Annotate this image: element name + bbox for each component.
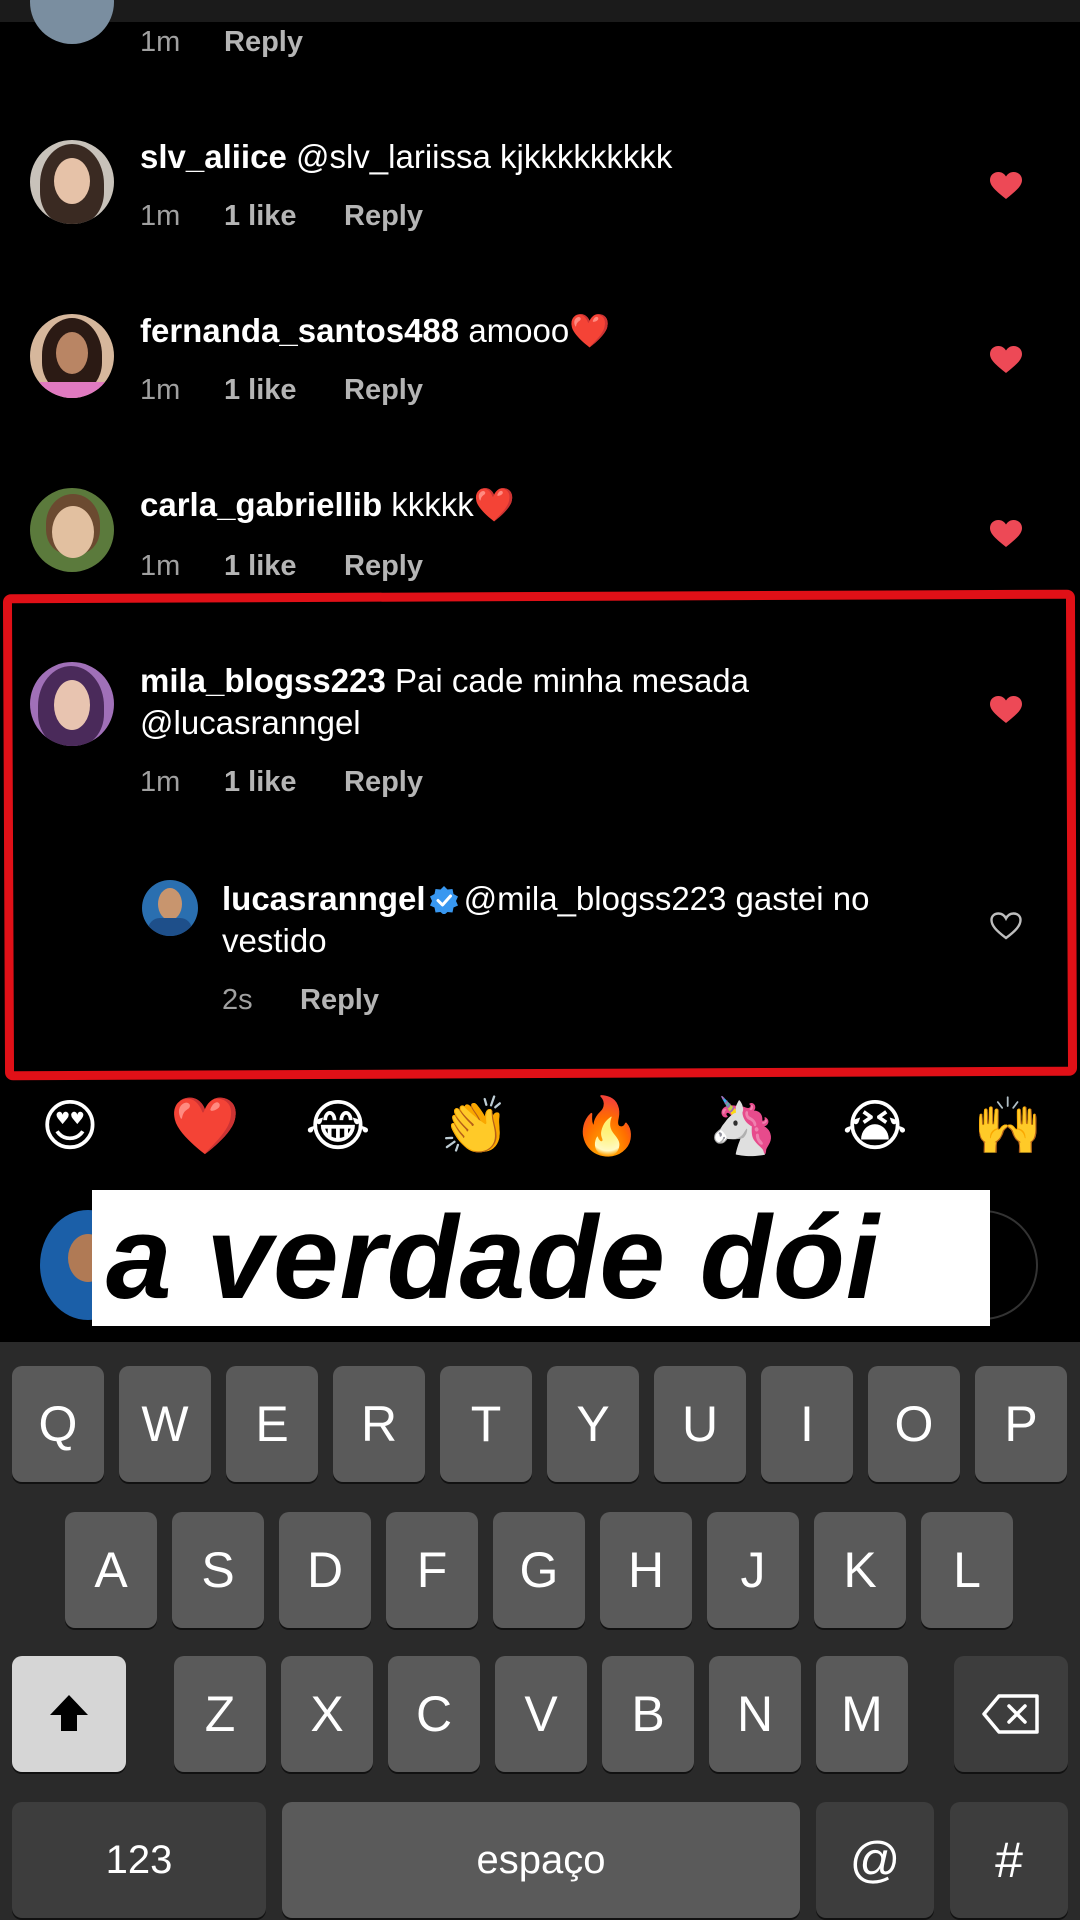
avatar[interactable] xyxy=(30,488,114,572)
key-v[interactable]: V xyxy=(495,1656,587,1772)
reply-button[interactable]: Reply xyxy=(300,984,379,1017)
avatar[interactable] xyxy=(30,0,114,44)
avatar[interactable] xyxy=(30,314,114,398)
avatar[interactable] xyxy=(30,662,114,746)
avatar[interactable] xyxy=(142,880,198,936)
space-key[interactable]: espaço xyxy=(282,1802,800,1918)
key-g[interactable]: G xyxy=(493,1512,585,1628)
key-l[interactable]: L xyxy=(921,1512,1013,1628)
key-d[interactable]: D xyxy=(279,1512,371,1628)
key-t[interactable]: T xyxy=(440,1366,532,1482)
numbers-key[interactable]: 123 xyxy=(12,1802,266,1918)
keyboard: Q W E R T Y U I O P A S D F G H J K L Z … xyxy=(0,1342,1080,1920)
hash-key[interactable]: # xyxy=(950,1802,1068,1918)
key-m[interactable]: M xyxy=(816,1656,908,1772)
comment-likes[interactable]: 1 like xyxy=(224,766,297,799)
key-q[interactable]: Q xyxy=(12,1366,104,1482)
comment-username[interactable]: slv_aliice xyxy=(140,138,287,175)
unicorn-emoji-button[interactable]: 🦄 xyxy=(708,1092,778,1162)
key-h[interactable]: H xyxy=(600,1512,692,1628)
comment-username[interactable]: fernanda_santos488 xyxy=(140,312,459,349)
shift-arrow-icon xyxy=(50,1695,88,1731)
comment-time: 2s xyxy=(222,984,253,1016)
comment-text: carla_gabriellib kkkkk❤️ xyxy=(140,484,820,526)
backspace-icon xyxy=(982,1694,1039,1734)
comment-body: @slv_lariissa kjkkkkkkkkk xyxy=(295,138,673,175)
crying-emoji-button[interactable]: 😭 xyxy=(840,1092,910,1162)
shift-key[interactable] xyxy=(12,1656,126,1772)
key-p[interactable]: P xyxy=(975,1366,1067,1482)
key-b[interactable]: B xyxy=(602,1656,694,1772)
heart-eyes-emoji-button[interactable]: 😍 xyxy=(35,1092,105,1162)
fire-emoji-button[interactable]: 🔥 xyxy=(572,1092,642,1162)
comment-body: kkkkk❤️ xyxy=(391,486,515,523)
key-c[interactable]: C xyxy=(388,1656,480,1772)
comment-username[interactable]: carla_gabriellib xyxy=(140,486,382,523)
reply-comment-text: lucasranngel @mila_blogss223 gastei no ve… xyxy=(222,878,912,962)
key-k[interactable]: K xyxy=(814,1512,906,1628)
backspace-key[interactable] xyxy=(954,1656,1068,1772)
reply-button[interactable]: Reply xyxy=(344,200,423,233)
key-e[interactable]: E xyxy=(226,1366,318,1482)
comment-text: mila_blogss223 Pai cade minha mesada @lu… xyxy=(140,660,820,744)
heart-filled-icon[interactable] xyxy=(990,696,1022,724)
heart-filled-icon[interactable] xyxy=(990,520,1022,548)
key-a[interactable]: A xyxy=(65,1512,157,1628)
comment-time: 1m xyxy=(140,550,181,582)
key-z[interactable]: Z xyxy=(174,1656,266,1772)
emoji-reaction-bar: 😍 ❤️ 😂 👏 🔥 🦄 😭 🙌 xyxy=(0,1092,1080,1162)
reply-button[interactable]: Reply xyxy=(344,374,423,407)
heart-filled-icon[interactable] xyxy=(990,346,1022,374)
key-f[interactable]: F xyxy=(386,1512,478,1628)
key-w[interactable]: W xyxy=(119,1366,211,1482)
comment-time: 1m xyxy=(140,26,181,58)
comment-likes[interactable]: 1 like xyxy=(224,550,297,583)
key-s[interactable]: S xyxy=(172,1512,264,1628)
comment-time: 1m xyxy=(140,766,181,798)
heart-outline-icon[interactable] xyxy=(990,912,1022,940)
sticker-text: a verdade dói xyxy=(106,1192,880,1324)
comment-username[interactable]: lucasranngel xyxy=(222,880,426,917)
comment-time: 1m xyxy=(140,200,181,232)
key-i[interactable]: I xyxy=(761,1366,853,1482)
comment-likes[interactable]: 1 like xyxy=(224,374,297,407)
key-o[interactable]: O xyxy=(868,1366,960,1482)
avatar[interactable] xyxy=(30,140,114,224)
comment-time: 1m xyxy=(140,374,181,406)
key-n[interactable]: N xyxy=(709,1656,801,1772)
red-heart-emoji-button[interactable]: ❤️ xyxy=(170,1092,240,1162)
laughing-emoji-button[interactable]: 😂 xyxy=(303,1092,373,1162)
reply-button[interactable]: Reply xyxy=(344,766,423,799)
clapping-emoji-button[interactable]: 👏 xyxy=(440,1092,510,1162)
reply-button[interactable]: Reply xyxy=(344,550,423,583)
reply-button[interactable]: Reply xyxy=(224,26,303,59)
heart-filled-icon[interactable] xyxy=(990,172,1022,200)
at-key[interactable]: @ xyxy=(816,1802,934,1918)
key-x[interactable]: X xyxy=(281,1656,373,1772)
key-y[interactable]: Y xyxy=(547,1366,639,1482)
story-text-sticker: a verdade dói xyxy=(92,1190,990,1326)
comment-body: amooo❤️ xyxy=(468,312,611,349)
verified-badge-icon xyxy=(429,886,458,914)
comment-likes[interactable]: 1 like xyxy=(224,200,297,233)
comment-text: slv_aliice @slv_lariissa kjkkkkkkkkk xyxy=(140,136,820,178)
key-u[interactable]: U xyxy=(654,1366,746,1482)
top-bar xyxy=(0,0,1080,22)
key-j[interactable]: J xyxy=(707,1512,799,1628)
comment-text: fernanda_santos488 amooo❤️ xyxy=(140,310,820,352)
key-r[interactable]: R xyxy=(333,1366,425,1482)
raised-hands-emoji-button[interactable]: 🙌 xyxy=(973,1092,1043,1162)
comment-username[interactable]: mila_blogss223 xyxy=(140,662,386,699)
